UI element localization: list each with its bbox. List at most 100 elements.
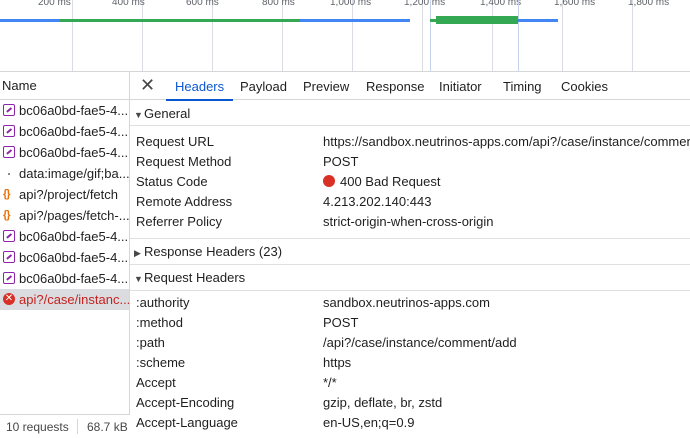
status-error-icon <box>323 175 335 187</box>
timeline-tick-label: 1,400 ms <box>480 0 522 8</box>
header-value: 4.213.202.140:443 <box>323 194 432 209</box>
response-headers-section-header[interactable]: ▶ Response Headers (23) <box>130 240 690 263</box>
header-row: Remote Address 4.213.202.140:443 <box>130 192 690 212</box>
tab-initiator[interactable]: Initiator <box>439 72 482 100</box>
timeline-tick-label: 200 ms <box>38 0 71 8</box>
header-key: :authority <box>136 295 190 310</box>
request-row[interactable]: bc06a0bd-fae5-4... <box>0 100 129 121</box>
header-key: Status Code <box>136 174 208 189</box>
status-code-value: 400 Bad Request <box>323 172 440 192</box>
timeline-event-marker <box>518 0 519 71</box>
tab-cookies[interactable]: Cookies <box>561 72 608 100</box>
timeline-gridline <box>142 0 143 71</box>
timeline-event-marker <box>430 0 431 71</box>
header-key: :path <box>136 335 165 350</box>
section-title: General <box>144 106 191 121</box>
detail-tab-bar: ✕ Headers Payload Preview Response Initi… <box>130 72 690 101</box>
request-name: bc06a0bd-fae5-4... <box>19 229 129 244</box>
header-value: sandbox.neutrinos-apps.com <box>323 295 490 310</box>
name-column-header[interactable]: Name <box>0 72 129 100</box>
divider <box>77 419 78 434</box>
timeline-tick-label: 800 ms <box>262 0 295 8</box>
request-row[interactable]: bc06a0bd-fae5-4... <box>0 226 129 247</box>
header-row: Accept-Encoding gzip, deflate, br, zstd <box>130 393 690 413</box>
header-value: /api?/case/instance/comment/add <box>323 335 517 350</box>
request-name: bc06a0bd-fae5-4... <box>19 145 129 160</box>
tab-response[interactable]: Response <box>366 72 425 100</box>
request-name: api?/project/fetch <box>19 187 119 202</box>
divider <box>130 125 690 126</box>
divider <box>130 238 690 239</box>
request-detail-panel: ✕ Headers Payload Preview Response Initi… <box>130 72 690 438</box>
timeline-request-bar <box>0 19 60 22</box>
request-row[interactable]: bc06a0bd-fae5-4... <box>0 268 129 289</box>
timeline-gridline <box>492 0 493 71</box>
caret-down-icon: ▼ <box>134 274 143 284</box>
header-key: Accept-Encoding <box>136 395 235 410</box>
header-key: Request Method <box>136 154 232 169</box>
timeline-tick-label: 1,000 ms <box>330 0 372 8</box>
header-row: :path /api?/case/instance/comment/add <box>130 333 690 353</box>
header-key: Referrer Policy <box>136 214 222 229</box>
request-row[interactable]: {} api?/project/fetch <box>0 184 129 205</box>
header-row: Accept-Language en-US,en;q=0.9 <box>130 413 690 433</box>
header-value: strict-origin-when-cross-origin <box>323 214 494 229</box>
tab-headers[interactable]: Headers <box>165 72 234 101</box>
network-timeline-overview[interactable]: 200 ms 400 ms 600 ms 800 ms 1,000 ms 1,2… <box>0 0 690 72</box>
error-icon: ✕ <box>3 293 15 305</box>
header-key: Remote Address <box>136 194 233 209</box>
header-row: Request URL https://sandbox.neutrinos-ap… <box>130 132 690 152</box>
timeline-request-bar <box>300 19 410 22</box>
timeline-gridline <box>212 0 213 71</box>
request-headers-section-header[interactable]: ▼Request Headers <box>130 266 690 289</box>
timeline-gridline <box>422 0 423 71</box>
timeline-gridline <box>632 0 633 71</box>
timeline-gridline <box>562 0 563 71</box>
timeline-gridline <box>282 0 283 71</box>
general-section-header[interactable]: ▼General <box>130 102 690 125</box>
request-url-value: https://sandbox.neutrinos-apps.com/api?/… <box>323 134 690 149</box>
section-title: Request Headers <box>144 270 246 285</box>
request-row[interactable]: bc06a0bd-fae5-4... <box>0 142 129 163</box>
request-row[interactable]: bc06a0bd-fae5-4... <box>0 121 129 142</box>
request-name: api?/case/instanc... <box>19 292 129 307</box>
header-key: Accept-Language <box>136 415 238 430</box>
header-key: Accept <box>136 375 176 390</box>
network-summary-bar: 10 requests 68.7 kB <box>0 414 130 438</box>
divider <box>130 264 690 265</box>
header-row: Referrer Policy strict-origin-when-cross… <box>130 212 690 232</box>
header-row: Request Method POST <box>130 152 690 172</box>
timeline-gridline <box>352 0 353 71</box>
header-value: POST <box>323 315 359 330</box>
request-row[interactable]: {} api?/pages/fetch-... <box>0 205 129 226</box>
section-title: Response Headers (23) <box>144 244 283 259</box>
document-icon <box>3 125 15 137</box>
header-value: gzip, deflate, br, zstd <box>323 395 443 410</box>
request-name: bc06a0bd-fae5-4... <box>19 250 129 265</box>
request-count: 10 requests <box>6 420 69 434</box>
header-row: Accept */* <box>130 373 690 393</box>
header-row: :authority sandbox.neutrinos-apps.com <box>130 293 690 313</box>
image-icon <box>8 173 10 175</box>
header-value: */* <box>323 375 337 390</box>
tab-timing[interactable]: Timing <box>503 72 542 100</box>
header-value: en-US,en;q=0.9 <box>323 415 415 430</box>
header-row: :method POST <box>130 313 690 333</box>
header-value: https <box>323 355 352 370</box>
timeline-tick-label: 1,800 ms <box>628 0 670 8</box>
caret-down-icon: ▼ <box>134 110 143 120</box>
status-text: 400 Bad Request <box>340 174 441 189</box>
request-row[interactable]: bc06a0bd-fae5-4... <box>0 247 129 268</box>
request-name: bc06a0bd-fae5-4... <box>19 103 129 118</box>
timeline-tick-label: 400 ms <box>112 0 145 8</box>
tab-preview[interactable]: Preview <box>303 72 349 100</box>
close-icon[interactable]: ✕ <box>140 75 155 95</box>
tab-payload[interactable]: Payload <box>240 72 287 100</box>
header-key: :method <box>136 315 183 330</box>
timeline-tick-label: 1,600 ms <box>554 0 596 8</box>
timeline-request-bar <box>436 16 518 24</box>
caret-right-icon: ▶ <box>134 248 141 258</box>
request-row[interactable]: data:image/gif;ba... <box>0 163 129 184</box>
request-row-selected[interactable]: ✕ api?/case/instanc... <box>0 289 129 310</box>
json-icon: {} <box>3 209 11 221</box>
